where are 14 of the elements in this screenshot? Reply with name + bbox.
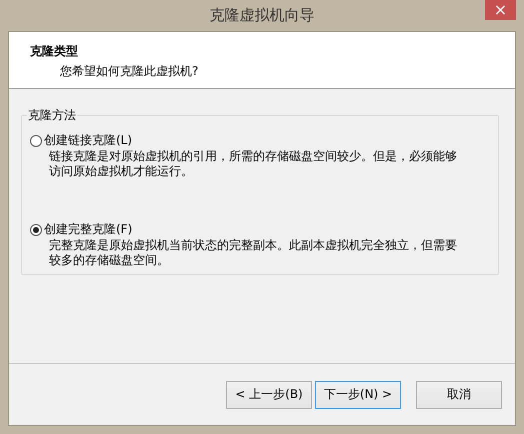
wizard-button[interactable]: < 上一步(B) xyxy=(226,380,312,408)
radio-option[interactable]: 创建完整克隆(F) xyxy=(30,221,132,238)
wizard-button[interactable]: 下一步(N) > xyxy=(315,380,401,408)
option-description: 完整克隆是原始虚拟机当前状态的完整副本。此副本虚拟机完全独立，但需要较多的存储磁盘空间。 xyxy=(49,238,458,268)
option-description: 链接克隆是对原始虚拟机的引用，所需的存储磁盘空间较少。但是，必须能够访问原始虚拟机才能运行。 xyxy=(49,149,458,179)
radio-button[interactable] xyxy=(30,134,42,146)
page-title: 克隆类型 xyxy=(30,43,79,60)
window-title: 克隆虚拟机向导 xyxy=(210,6,314,25)
radio-button[interactable] xyxy=(30,224,42,236)
page-subtitle: 您希望如何克隆此虚拟机? xyxy=(60,63,200,80)
wizard-button[interactable]: 取消 xyxy=(416,380,502,408)
group-title: 克隆方法 xyxy=(27,107,77,124)
radio-option[interactable]: 创建链接克隆(L) xyxy=(30,132,132,149)
close-button[interactable]: × xyxy=(485,0,516,20)
